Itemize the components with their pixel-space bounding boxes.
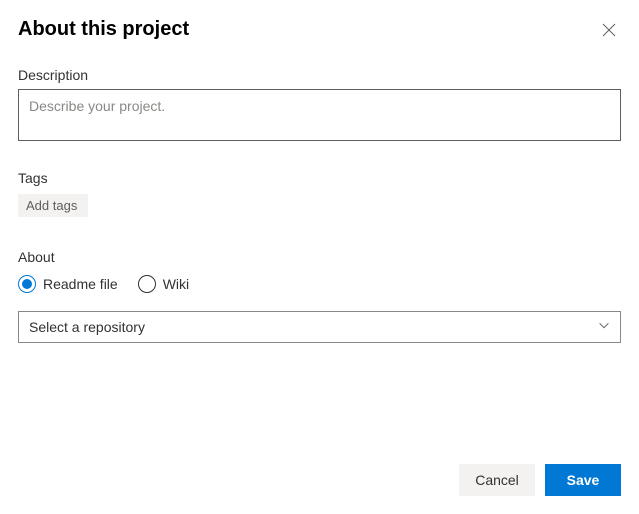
radio-label: Wiki (163, 276, 189, 292)
tags-input[interactable] (18, 194, 88, 217)
tags-label: Tags (18, 170, 621, 186)
about-label: About (18, 249, 621, 265)
radio-option-wiki[interactable]: Wiki (138, 275, 189, 293)
cancel-button[interactable]: Cancel (459, 464, 535, 496)
dialog-title: About this project (18, 18, 189, 41)
radio-label: Readme file (43, 276, 118, 292)
description-label: Description (18, 67, 621, 83)
radio-icon (138, 275, 156, 293)
repository-select[interactable]: Select a repository (18, 311, 621, 343)
about-radio-group: Readme file Wiki (18, 275, 621, 293)
radio-icon (18, 275, 36, 293)
save-button[interactable]: Save (545, 464, 621, 496)
close-icon (601, 22, 617, 41)
radio-option-readme[interactable]: Readme file (18, 275, 118, 293)
description-input[interactable] (18, 89, 621, 141)
repository-select-value: Select a repository (29, 319, 145, 335)
close-button[interactable] (597, 18, 621, 45)
